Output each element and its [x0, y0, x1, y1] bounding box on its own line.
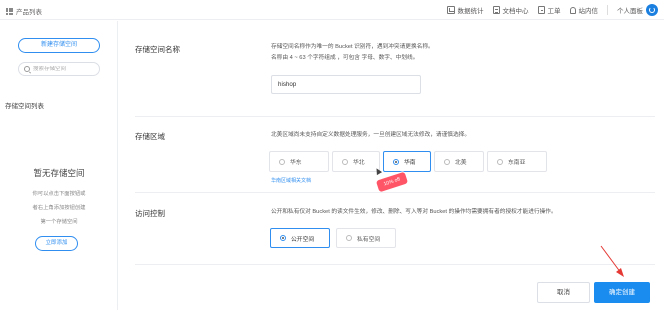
document-icon [492, 6, 500, 14]
nav-messages-label: 站内信 [578, 8, 599, 15]
nav-docs[interactable]: 文档中心 [492, 5, 529, 15]
confirm-create-button[interactable]: 确定创建 [594, 282, 650, 303]
nav-stats-label: 数据统计 [457, 8, 484, 15]
divider [135, 116, 655, 117]
access-option-label: 公开空间 [291, 236, 315, 243]
avatar[interactable] [646, 4, 658, 16]
cancel-button[interactable]: 取消 [537, 282, 590, 303]
search-input[interactable] [33, 66, 93, 72]
chart-icon [446, 6, 455, 14]
nav-docs-label: 文档中心 [502, 8, 529, 15]
bell-icon [569, 6, 576, 14]
nav-stats[interactable]: 数据统计 [446, 5, 484, 15]
radio-selected-icon [393, 158, 399, 165]
product-list-link[interactable]: 产品列表 [6, 6, 42, 16]
nav-tickets-label: 工单 [547, 8, 561, 15]
empty-desc-line: 第一个存储空间 [40, 219, 78, 225]
access-option-public[interactable]: 公开空间 [270, 228, 330, 248]
nav-divider [607, 5, 608, 15]
region-description: 北美区域尚未支持自定义数据处理服务，一旦创建区域无法修改，请谨慎选择。 [271, 132, 471, 138]
search-icon [24, 66, 30, 72]
ticket-icon [537, 6, 545, 14]
region-option-label: 华北 [353, 160, 365, 166]
access-control-description: 公开和私有仅对 Bucket 的读文件生效，修改、删除、写入等对 Bucket … [271, 209, 557, 215]
divider [135, 192, 655, 193]
region-docs-link[interactable]: 华南区域相关文档 [271, 177, 311, 184]
cursor-badge: 10% off [375, 171, 409, 193]
brand-label: 产品列表 [16, 9, 42, 16]
sidebar: 新建存储空间 存储空间列表 暂无存储空间 你可以点击下面按钮或 者右上角添加按钮… [0, 21, 118, 310]
top-bar: 产品列表 数据统计 文档中心 工单 站内信 个人面板 [0, 0, 664, 20]
empty-desc-line: 者右上角添加按钮创建 [32, 205, 86, 211]
region-option-label: 华东 [290, 160, 302, 166]
access-option-label: 私有空间 [357, 236, 381, 243]
radio-icon [497, 158, 503, 165]
region-option-north[interactable]: 华北 [332, 151, 380, 172]
region-option-east[interactable]: 华东 [269, 151, 329, 172]
desc-line: 名称由 4 ~ 63 个字符组成 ，可包含 字母、数字、中划线。 [271, 55, 419, 61]
top-nav: 数据统计 文档中心 工单 站内信 个人面板 [446, 4, 658, 16]
radio-icon [279, 158, 285, 165]
create-bucket-form: 存储空间名称 存储空间名称作为唯一的 Bucket 识别符，遇到冲突请更换名称。… [119, 21, 664, 310]
nav-tickets[interactable]: 工单 [537, 5, 561, 15]
radio-icon [342, 158, 348, 165]
region-option-label: 华南 [404, 160, 416, 166]
region-option-south[interactable]: 华南 [383, 151, 431, 172]
radio-selected-icon [280, 235, 286, 241]
user-panel-label: 个人面板 [617, 8, 643, 15]
add-now-button[interactable]: 立即添加 [35, 236, 78, 251]
bucket-list-title: 存储空间列表 [5, 103, 44, 110]
radio-icon [346, 235, 352, 241]
bucket-name-label: 存储空间名称 [135, 45, 180, 54]
access-options: 公开空间 私有空间 [270, 228, 396, 248]
empty-state-title: 暂无存储空间 [33, 168, 85, 178]
region-option-label: 东南亚 [508, 160, 526, 166]
nav-messages[interactable]: 站内信 [569, 5, 599, 15]
access-option-private[interactable]: 私有空间 [336, 228, 396, 248]
desc-line: 存储空间名称作为唯一的 Bucket 识别符，遇到冲突请更换名称。 [271, 44, 434, 50]
region-options: 华东 华北 华南 北美 东南亚 [269, 151, 547, 172]
region-label: 存储区域 [135, 132, 165, 141]
access-control-label: 访问控制 [135, 209, 165, 218]
grid-menu-icon [6, 7, 13, 15]
region-option-north-america[interactable]: 北美 [434, 151, 484, 172]
empty-desc-line: 你可以点击下面按钮或 [32, 191, 86, 197]
new-bucket-button[interactable]: 新建存储空间 [18, 38, 100, 53]
bucket-name-input[interactable] [271, 75, 421, 94]
radio-icon [444, 158, 450, 165]
divider [135, 264, 655, 265]
bucket-search[interactable] [18, 62, 100, 76]
region-option-label: 北美 [455, 160, 467, 166]
region-option-southeast-asia[interactable]: 东南亚 [487, 151, 547, 172]
user-panel[interactable]: 个人面板 [617, 4, 658, 16]
empty-state-description: 你可以点击下面按钮或 者右上角添加按钮创建 第一个存储空间 [0, 187, 118, 229]
bucket-name-description: 存储空间名称作为唯一的 Bucket 识别符，遇到冲突请更换名称。 名称由 4 … [271, 42, 434, 64]
